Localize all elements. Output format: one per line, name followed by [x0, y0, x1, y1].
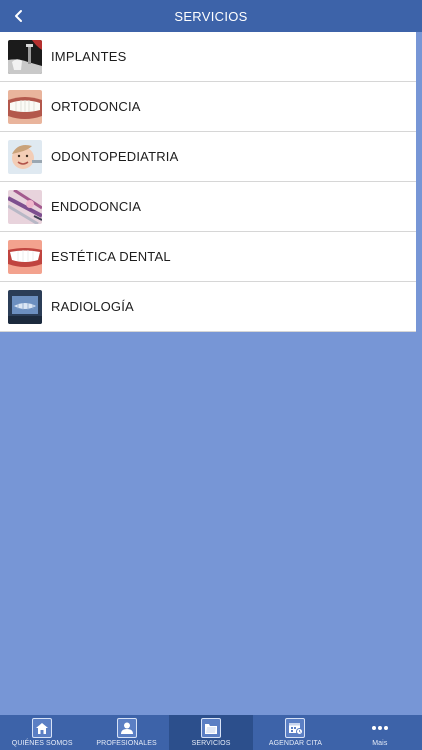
tab-agendar-cita[interactable]: AGENDAR CITA	[253, 715, 337, 750]
dental-tools-image	[8, 189, 42, 224]
tab-label: AGENDAR CITA	[268, 740, 323, 747]
top-bar: SERVICIOS	[0, 0, 422, 32]
white-smile-image	[8, 239, 42, 274]
chevron-left-icon	[15, 10, 22, 22]
service-item-odontopediatria[interactable]: ODONTOPEDIATRIA	[0, 132, 416, 182]
back-button[interactable]	[6, 0, 32, 32]
page-title: SERVICIOS	[174, 8, 248, 24]
service-label: ENDODONCIA	[51, 199, 142, 214]
service-label: ODONTOPEDIATRIA	[51, 149, 179, 164]
service-item-ortodoncia[interactable]: ORTODONCIA	[0, 82, 416, 132]
tab-mais[interactable]: Mais	[338, 715, 422, 750]
xray-screen-image	[8, 289, 42, 324]
service-item-radiologia[interactable]: RADIOLOGÍA	[0, 282, 416, 332]
person-icon	[116, 718, 137, 738]
dental-implant-image	[8, 39, 42, 74]
service-label: IMPLANTES	[51, 49, 127, 64]
service-item-estetica-dental[interactable]: ESTÉTICA DENTAL	[0, 232, 416, 282]
tab-label: Mais	[372, 740, 388, 747]
tab-profesionales[interactable]: PROFESIONALES	[84, 715, 168, 750]
tab-label: QUIÉNES SOMOS	[11, 740, 73, 747]
bottom-tab-bar: QUIÉNES SOMOS PROFESIONALES SERVICIOS AG…	[0, 715, 422, 750]
calendar-icon	[285, 718, 306, 738]
tab-servicios[interactable]: SERVICIOS	[168, 715, 254, 750]
child-dentist-image	[8, 139, 42, 174]
home-icon	[32, 718, 53, 738]
service-item-implantes[interactable]: IMPLANTES	[0, 32, 416, 82]
service-label: ORTODONCIA	[51, 99, 141, 114]
service-label: ESTÉTICA DENTAL	[51, 249, 171, 264]
more-icon	[370, 718, 390, 738]
service-item-endodoncia[interactable]: ENDODONCIA	[0, 182, 416, 232]
folder-icon	[201, 718, 222, 738]
service-label: RADIOLOGÍA	[51, 299, 134, 314]
tab-quienes-somos[interactable]: QUIÉNES SOMOS	[0, 715, 84, 750]
scroll-gutter	[416, 32, 422, 332]
services-list: IMPLANTES ORTODONCIA ODONTOPEDIATRIA END…	[0, 32, 416, 332]
tab-label: PROFESIONALES	[96, 740, 157, 747]
teeth-smile-image	[8, 89, 42, 124]
tab-label: SERVICIOS	[191, 740, 231, 747]
